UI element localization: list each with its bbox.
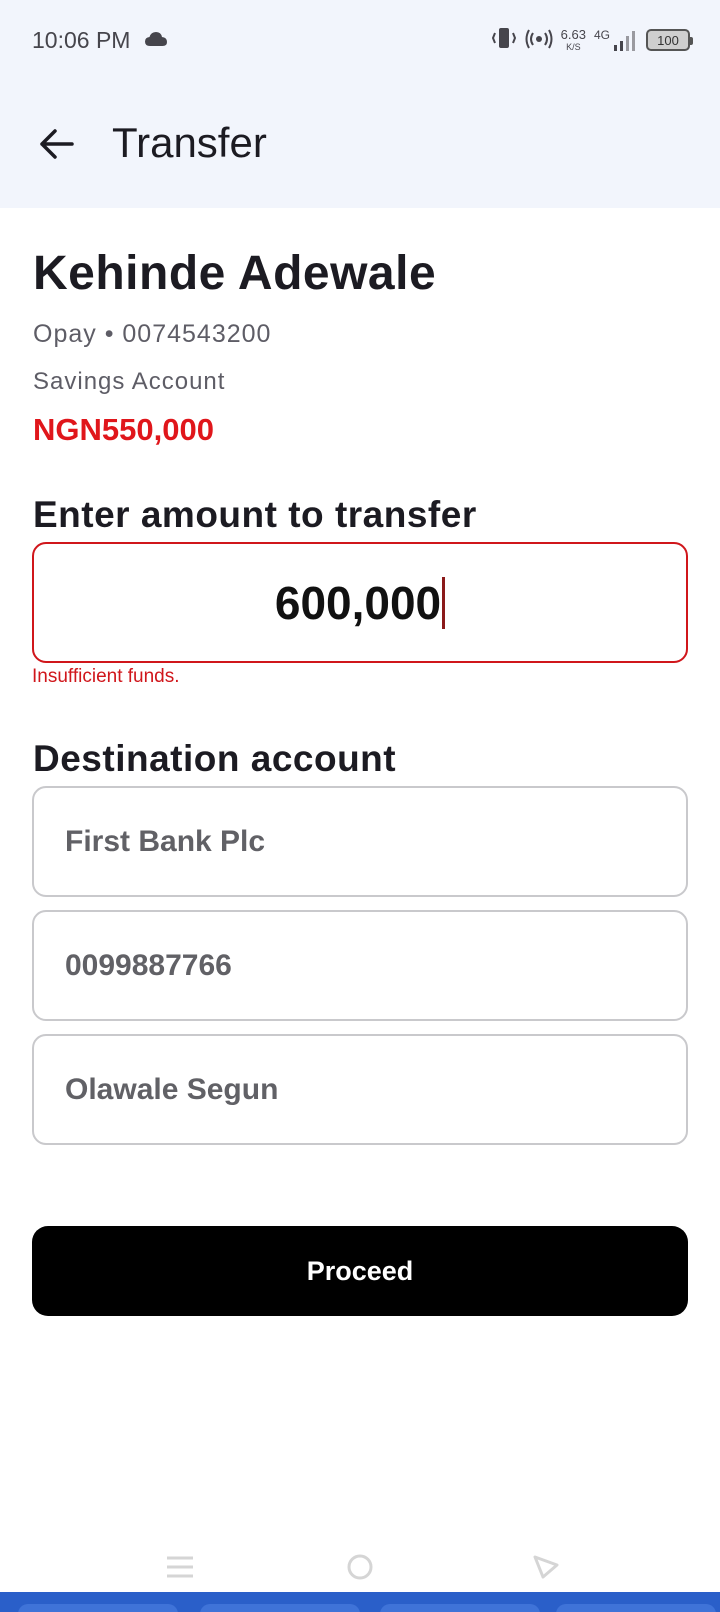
arrow-left-icon	[40, 129, 74, 159]
home-circle-icon	[347, 1554, 373, 1580]
status-icons: 6.63 K/S 4G 100	[491, 24, 693, 56]
account-balance: NGN550,000	[33, 412, 214, 447]
network-speed-unit: K/S	[566, 42, 581, 52]
bottom-tab-shape	[18, 1604, 178, 1612]
vibrate-icon	[491, 26, 517, 55]
status-bar: 10:06 PM 6.63 K/S 4G 100	[0, 0, 720, 80]
nav-back-button[interactable]	[526, 1550, 566, 1584]
hotspot-icon	[525, 26, 553, 55]
signal-indicator: 4G	[594, 29, 638, 51]
back-triangle-icon	[533, 1555, 559, 1579]
back-button[interactable]	[30, 118, 82, 170]
battery-level: 100	[657, 32, 679, 48]
page-title: Transfer	[112, 119, 267, 166]
destination-account-number-field[interactable]: 0099887766	[32, 910, 688, 1021]
battery-icon: 100	[646, 29, 693, 51]
network-speed-value: 6.63	[560, 27, 586, 42]
destination-bank-field[interactable]: First Bank Plc	[32, 786, 688, 897]
menu-icon	[167, 1556, 193, 1578]
amount-input[interactable]: 600,000	[32, 542, 688, 663]
nav-menu-button[interactable]	[160, 1550, 200, 1584]
bottom-tab-shape	[556, 1604, 716, 1612]
amount-value: 600,000	[274, 576, 442, 629]
bottom-tab-shape	[380, 1604, 540, 1612]
proceed-button[interactable]: Proceed	[32, 1226, 688, 1316]
status-time: 10:06 PM	[32, 27, 131, 53]
destination-account-name-field[interactable]: Olawale Segun	[32, 1034, 688, 1145]
cloud-icon	[145, 31, 167, 47]
app-bar: Transfer	[0, 100, 720, 188]
destination-bank-value: First Bank Plc	[65, 824, 266, 858]
nav-home-button[interactable]	[340, 1550, 380, 1584]
destination-account-number-value: 0099887766	[65, 948, 232, 982]
signal-bars-icon	[614, 31, 635, 51]
account-bank-number: Opay • 0074543200	[33, 320, 272, 348]
text-cursor	[442, 576, 446, 629]
account-type: Savings Account	[33, 368, 226, 395]
network-speed: 6.63 K/S	[561, 28, 586, 52]
account-holder-name: Kehinde Adewale	[33, 247, 437, 300]
network-type: 4G	[593, 28, 610, 42]
destination-account-name-value: Olawale Segun	[65, 1072, 279, 1106]
amount-label: Enter amount to transfer	[33, 494, 477, 535]
destination-label: Destination account	[33, 738, 397, 779]
amount-error-message: Insufficient funds.	[32, 666, 180, 687]
bottom-tab-shape	[200, 1604, 360, 1612]
system-navigation-bar	[0, 1540, 720, 1592]
